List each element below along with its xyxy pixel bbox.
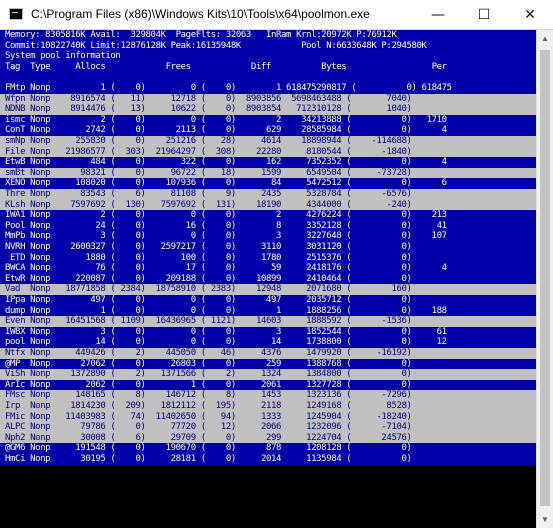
pool-row: Wfpn Nonp 8916574 ( 11) 12718 ( 0) 89038… [0,93,536,105]
pool-row: ismc Nonp 2 ( 0) 0 ( 0) 2 34213888 ( 0) … [0,114,536,126]
minimize-button[interactable]: — [415,0,461,29]
pool-row: XENO Nonp 108020 ( 0) 107936 ( 0) 84 547… [0,178,536,189]
pool-row: MmPb Nonp 3 ( 0) 0 ( 0) 3 3227648 ( 0) 1… [0,231,536,242]
pool-row: dump Nonp 1 ( 0) 0 ( 0) 1 1888256 ( 0) 1… [0,305,536,317]
console-output[interactable]: Memory: 8305816K Avail: 329804K PageFlts… [0,30,536,528]
pool-row: smBt Nonp 98321 ( 0) 96722 ( 18) 1599 65… [0,167,536,179]
title-bar: C:\Program Files (x86)\Windows Kits\10\T… [0,0,553,30]
console-header-line [0,72,536,83]
scroll-down-arrow-icon[interactable]: ▼ [537,511,553,528]
pool-row: IWBX Nonp 3 ( 0) 0 ( 0) 3 1852544 ( 0) 6… [0,326,536,338]
close-button[interactable]: ✕ [507,0,553,29]
pool-row: NVRH Nonp 2600327 ( 0) 2597217 ( 0) 3110… [0,242,536,253]
pool-row: Irp Nonp 1814230 ( 209) 1812112 ( 195) 2… [0,401,536,412]
pool-row: smNp Nonp 255830 ( 0) 251216 ( 28) 4614 … [0,136,536,147]
pool-row: KLsh Nonp 7597692 ( 130) 7597692 ( 131) … [0,199,536,211]
pool-row: pool Nonp 14 ( 0) 0 ( 0) 14 1738800 ( 0)… [0,337,536,348]
pool-row: FMsc Nonp 148165 ( 8) 146712 ( 8) 1453 1… [0,390,536,401]
pool-row: ETD Nonp 1880 ( 0) 100 ( 0) 1780 2515376… [0,252,536,264]
vertical-scrollbar[interactable]: ▲ ▼ [536,30,553,528]
pool-row: Even Nonp 16451568 ( 1109) 16436965 ( 11… [0,316,536,327]
window-title: C:\Program Files (x86)\Windows Kits\10\T… [31,7,370,21]
pool-row: BWCA Nonp 76 ( 0) 17 ( 0) 59 2418176 ( 0… [0,263,536,274]
pool-row: Pool Nonp 24 ( 0) 16 ( 0) 8 3352128 ( 0)… [0,220,536,232]
console-header-line: Commit:10822740K Limit:12876128K Peak:16… [0,40,536,52]
pool-row: HmCi Nonp 30195 ( 0) 28181 ( 0) 2014 113… [0,454,536,465]
pool-row: ViSh Nonp 1372890 ( 2) 1371566 ( 2) 1324… [0,369,536,380]
console-header-line: Memory: 8305816K Avail: 329804K PageFlts… [0,30,536,41]
pool-row: Thre Nonp 83543 ( 6) 81108 ( 9) 2435 532… [0,189,536,200]
maximize-button[interactable]: ☐ [461,0,507,29]
pool-row: Ntfx Nonp 449426 ( 2) 445050 ( 46) 4376 … [0,348,536,359]
scroll-thumb[interactable] [540,50,550,506]
pool-row: ALPC Nonp 79786 ( 0) 77720 ( 12) 2066 12… [0,422,536,433]
console-app-icon [9,8,23,20]
console-header-line: System pool information [0,51,536,62]
pool-row: ConT Nonp 2742 ( 0) 2113 ( 0) 629 285859… [0,125,536,136]
pool-row: @MP Nonp 27062 ( 0) 26803 ( 0) 259 13887… [0,358,536,370]
pool-row: Nph2 Nonp 30008 ( 6) 29709 ( 0) 299 1224… [0,432,536,444]
console-header-line: Tag Type Allocs Frees Diff Bytes Per [0,61,536,73]
pool-row: File Nonp 21986577 ( 303) 21964297 ( 308… [0,146,536,158]
console-header-line: FMtp Nonp 1 ( 0) 0 ( 0) 1 618475290817 (… [0,83,536,94]
scroll-up-arrow-icon[interactable]: ▲ [537,30,553,47]
pool-row: FMic Nonp 11403983 ( 74) 11402650 ( 94) … [0,411,536,423]
pool-row: ArIc Nonp 2062 ( 0) 1 ( 0) 2061 1327728 … [0,379,536,391]
pool-row: EtwB Nonp 484 ( 0) 322 ( 0) 162 7352352 … [0,157,536,168]
pool-row: EtwR Nonp 220087 ( 0) 209188 ( 0) 10899 … [0,273,536,285]
pool-row: IWA1 Nonp 2 ( 0) 0 ( 0) 2 4276224 ( 0) 2… [0,210,536,221]
pool-row: IPpa Nonp 497 ( 0) 0 ( 0) 497 2035712 ( … [0,295,536,306]
pool-row: Vad Nonp 18771858 ( 2384) 18758910 ( 238… [0,284,536,295]
pool-row: @GM6 Nonp 191548 ( 0) 190670 ( 0) 878 12… [0,443,536,454]
pool-row: NDNB Nonp 8914476 ( 13) 10622 ( 0) 89038… [0,104,536,115]
